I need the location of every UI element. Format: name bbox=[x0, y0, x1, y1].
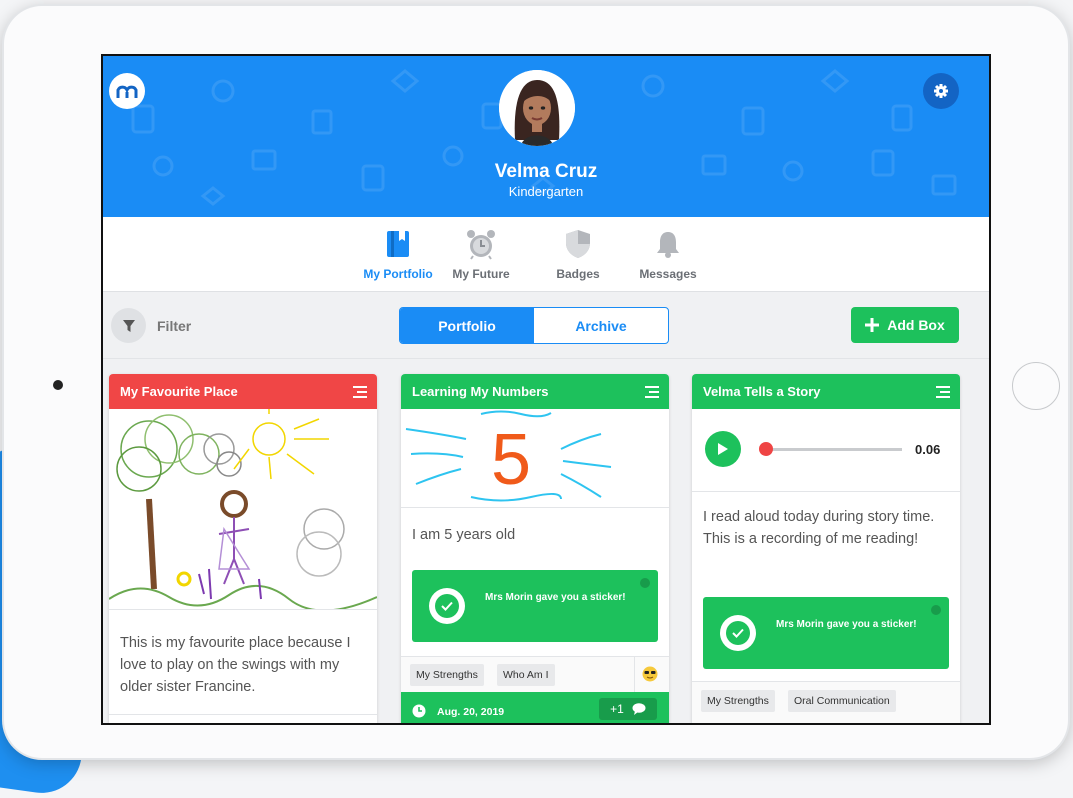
shield-icon bbox=[566, 230, 590, 258]
settings-button[interactable] bbox=[923, 73, 959, 109]
filter-button[interactable] bbox=[111, 308, 146, 343]
sticker-notification[interactable]: Mrs Morin gave you a sticker! bbox=[703, 597, 949, 669]
tags-row: My Strengths Who Am I bbox=[401, 656, 669, 693]
child-drawing-image[interactable] bbox=[109, 409, 377, 612]
avatar-illustration bbox=[499, 70, 575, 146]
sticker-message: Mrs Morin gave you a sticker! bbox=[776, 619, 926, 631]
segment-portfolio[interactable]: Portfolio bbox=[400, 308, 534, 343]
app-screen: Velma Cruz Kindergarten My Portfolio My … bbox=[101, 54, 991, 725]
comment-counter[interactable]: +1 bbox=[599, 698, 657, 720]
comment-count: +1 bbox=[610, 702, 624, 716]
tab-my-future[interactable]: My Future bbox=[436, 227, 526, 281]
card-footer: Aug. 20, 2019 +1 bbox=[401, 692, 669, 723]
card-menu-icon[interactable] bbox=[353, 385, 367, 399]
drawn-number: 5 bbox=[491, 420, 531, 500]
card-menu-icon[interactable] bbox=[645, 385, 659, 399]
card-title: Learning My Numbers bbox=[412, 384, 549, 399]
sticker-teacher: Mrs Morin bbox=[776, 619, 824, 630]
audio-scrubber[interactable] bbox=[759, 442, 774, 456]
add-box-button[interactable]: Add Box bbox=[851, 307, 959, 343]
card-menu-icon[interactable] bbox=[936, 385, 950, 399]
sunglasses-emoji-icon[interactable] bbox=[642, 666, 658, 682]
profile-header: Velma Cruz Kindergarten bbox=[103, 56, 989, 217]
tab-label: My Future bbox=[452, 267, 510, 281]
card-header: Velma Tells a Story bbox=[692, 374, 960, 409]
tab-label: Badges bbox=[556, 267, 600, 281]
sticker-message: Mrs Morin gave you a sticker! bbox=[485, 592, 635, 604]
student-grade: Kindergarten bbox=[508, 184, 584, 199]
sticker-text: gave you a sticker! bbox=[535, 592, 626, 603]
audio-time: 0.06 bbox=[915, 442, 941, 457]
portfolio-card[interactable]: Velma Tells a Story 0.06 I read aloud to… bbox=[692, 374, 960, 723]
filter-funnel-icon bbox=[122, 319, 135, 332]
play-icon bbox=[718, 443, 728, 455]
tag-oral-communication[interactable]: Oral Communication bbox=[788, 690, 896, 712]
app-logo-button[interactable] bbox=[109, 73, 145, 109]
plus-icon bbox=[865, 318, 880, 332]
portfolio-card[interactable]: Learning My Numbers 5 I am 5 years old M… bbox=[401, 374, 669, 723]
tab-label: My Portfolio bbox=[363, 267, 433, 281]
tablet-camera bbox=[53, 380, 63, 390]
add-box-label: Add Box bbox=[887, 317, 945, 333]
sticker-text: gave you a sticker! bbox=[826, 619, 917, 630]
card-header: My Favourite Place bbox=[109, 374, 377, 409]
card-title: Velma Tells a Story bbox=[703, 384, 821, 399]
card-description: I read aloud today during story time. Th… bbox=[703, 509, 935, 547]
card-title: My Favourite Place bbox=[120, 384, 238, 399]
portfolio-book-icon bbox=[387, 231, 409, 257]
sticker-notification[interactable]: Mrs Morin gave you a sticker! bbox=[412, 570, 658, 642]
student-avatar[interactable] bbox=[499, 70, 575, 146]
check-circle-icon bbox=[720, 615, 756, 651]
tab-badges[interactable]: Badges bbox=[533, 227, 623, 281]
portfolio-card[interactable]: My Favourite Place This is my favourite … bbox=[109, 374, 377, 723]
brand-logo-icon bbox=[116, 85, 138, 98]
toolbar-divider bbox=[103, 358, 989, 359]
sticker-status-dot bbox=[931, 605, 941, 615]
tab-my-portfolio[interactable]: My Portfolio bbox=[353, 227, 443, 281]
audio-track[interactable] bbox=[762, 448, 902, 451]
sticker-teacher: Mrs Morin bbox=[485, 592, 533, 603]
card-description: This is my favourite place because I lov… bbox=[120, 635, 351, 695]
tag-my-strengths[interactable]: My Strengths bbox=[701, 690, 775, 712]
student-name: Velma Cruz bbox=[494, 161, 598, 182]
tag-my-strengths[interactable]: My Strengths bbox=[410, 664, 484, 686]
tags-row: My Strengths Oral Communication bbox=[692, 681, 960, 723]
play-button[interactable] bbox=[705, 431, 741, 467]
card-header: Learning My Numbers bbox=[401, 374, 669, 409]
gear-icon bbox=[934, 84, 948, 98]
card-date: Aug. 20, 2019 bbox=[437, 706, 505, 718]
tag-who-am-i[interactable]: Who Am I bbox=[497, 664, 555, 686]
tab-label: Messages bbox=[639, 267, 697, 281]
sticker-status-dot bbox=[640, 578, 650, 588]
comment-bubble-icon bbox=[632, 703, 646, 715]
alarm-clock-icon bbox=[467, 230, 495, 260]
clock-icon bbox=[412, 704, 426, 718]
card-description: I am 5 years old bbox=[412, 527, 516, 543]
bell-icon bbox=[657, 232, 679, 258]
tab-messages[interactable]: Messages bbox=[623, 227, 713, 281]
view-segmented-control: Portfolio Archive bbox=[399, 307, 669, 344]
segment-archive[interactable]: Archive bbox=[534, 308, 668, 343]
check-circle-icon bbox=[429, 588, 465, 624]
tablet-home-button[interactable] bbox=[1012, 362, 1060, 410]
number-drawing-image[interactable]: 5 bbox=[401, 409, 669, 504]
main-nav: My Portfolio My Future Badges Messages bbox=[103, 217, 989, 292]
filter-label[interactable]: Filter bbox=[157, 318, 191, 334]
